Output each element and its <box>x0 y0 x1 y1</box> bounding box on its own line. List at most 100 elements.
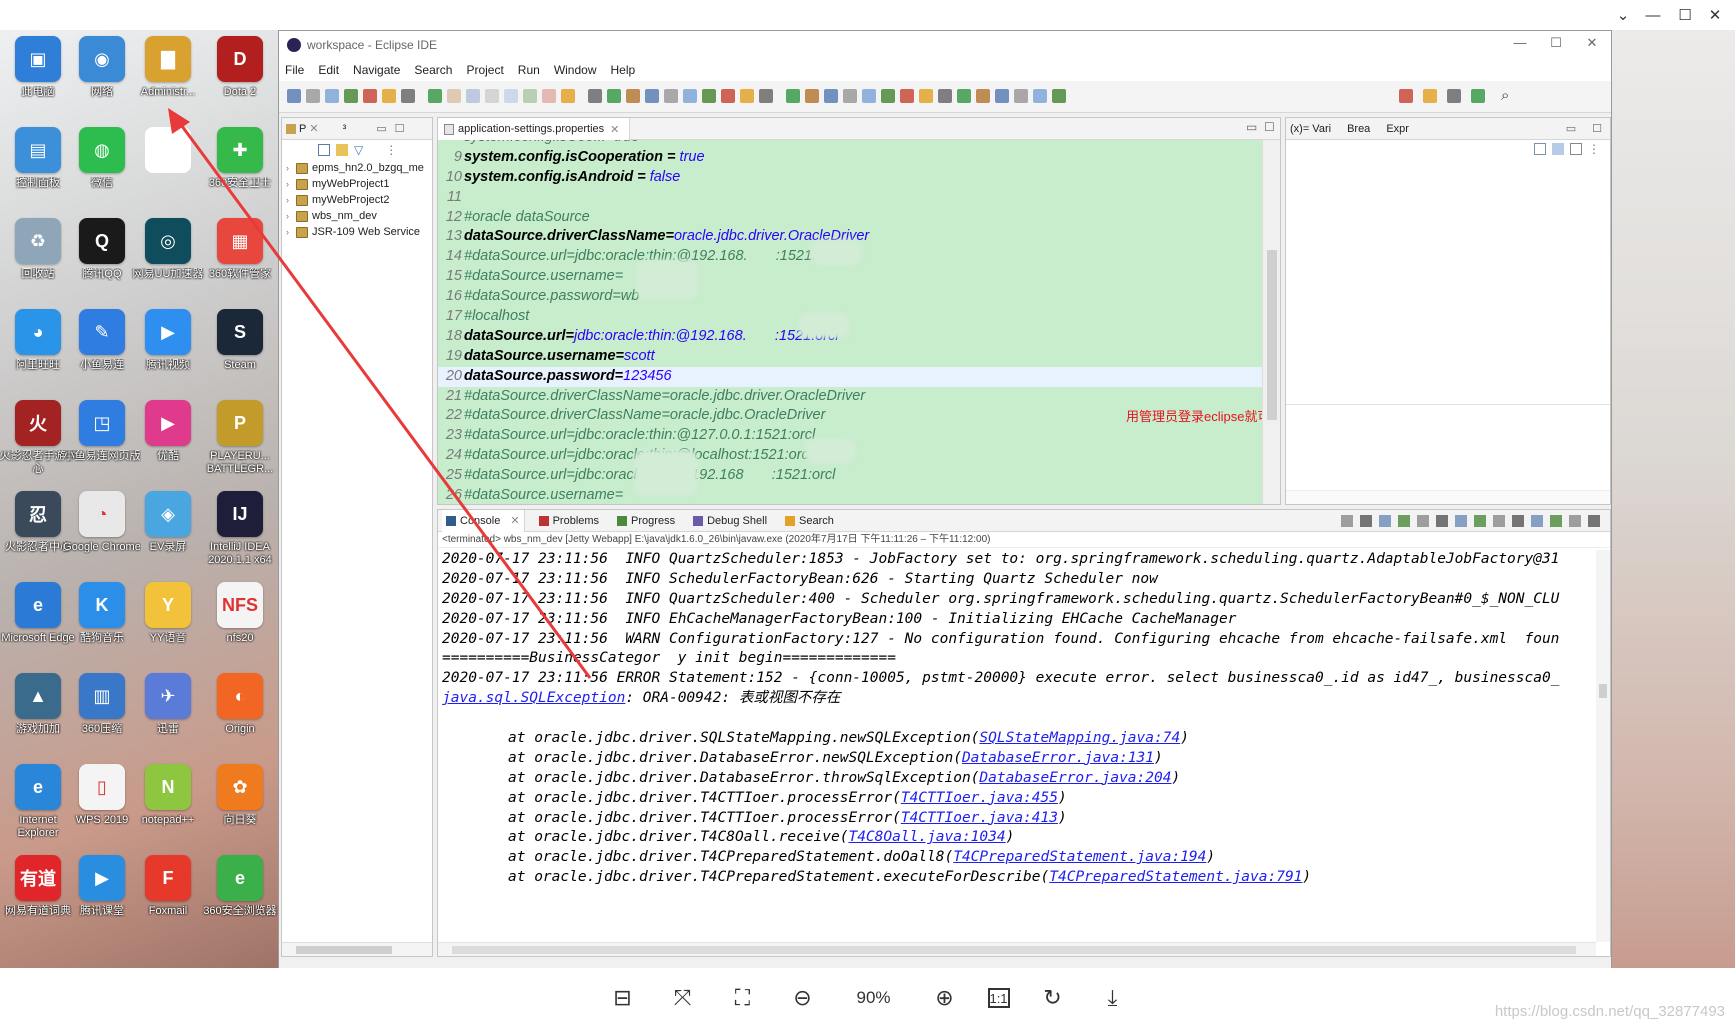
desktop-icon[interactable]: ▯ WPS 2019 <box>68 764 136 846</box>
toolbar-button-icon[interactable] <box>843 89 857 103</box>
menu-item[interactable]: Edit <box>318 63 339 77</box>
tab-search[interactable]: Search <box>781 515 838 527</box>
desktop-icon[interactable]: F Foxmail <box>134 855 202 937</box>
console-toolbar-button-icon[interactable] <box>1569 514 1581 527</box>
console-toolbar-button-icon[interactable] <box>1417 514 1429 527</box>
tab-console[interactable]: Console ✕ <box>442 509 525 532</box>
toolbar-button-icon[interactable] <box>740 89 754 103</box>
expand-arrow-icon[interactable]: › <box>286 195 296 205</box>
menu-item[interactable]: Navigate <box>353 63 400 77</box>
desktop-icon[interactable]: ✎ 小鱼易连 <box>68 309 136 391</box>
editor-vscroll[interactable] <box>1262 140 1280 504</box>
actual-size-icon[interactable]: 1:1 <box>987 988 1010 1008</box>
menu-item[interactable]: Project <box>466 63 503 77</box>
desktop-icon[interactable]: ◎ 网易UU加速器 <box>133 218 203 300</box>
toolbar-button-icon[interactable] <box>702 89 716 103</box>
link-with-editor-icon[interactable] <box>336 144 348 156</box>
fit-width-icon[interactable]: ⤧ <box>666 981 700 1015</box>
stack-source-link[interactable]: T4CTTIoer.java:413 <box>901 810 1058 826</box>
close-icon[interactable]: ✕ <box>1700 4 1730 26</box>
desktop-icon[interactable]: ◍ 微信 <box>68 127 136 209</box>
console-toolbar-button-icon[interactable] <box>1341 514 1353 527</box>
toolbar-button-icon[interactable] <box>607 89 621 103</box>
tab-overflow[interactable]: ³ <box>343 123 347 135</box>
desktop-icon[interactable]: P PLAYERU... BATTLEGR... <box>206 400 274 482</box>
desktop-icon[interactable]: ▦ 360软件管家 <box>206 218 274 300</box>
toolbar-button-icon[interactable] <box>995 89 1009 103</box>
console-toolbar-button-icon[interactable] <box>1436 514 1448 527</box>
desktop-icon[interactable]: Y YY语音 <box>134 582 202 664</box>
toolbar-button-icon[interactable] <box>542 89 556 103</box>
toolbar-button-icon[interactable] <box>1033 89 1047 103</box>
stack-source-link[interactable]: T4CTTIoer.java:455 <box>901 790 1058 806</box>
toolbar-button-icon[interactable] <box>561 89 575 103</box>
tab-debug-shell[interactable]: Debug Shell <box>689 515 771 527</box>
tab-progress[interactable]: Progress <box>613 515 679 527</box>
expand-arrow-icon[interactable]: › <box>286 227 296 237</box>
toolbar-button-icon[interactable] <box>721 89 735 103</box>
maximize-icon[interactable]: ☐ <box>1592 122 1602 135</box>
stack-source-link[interactable]: DatabaseError.java:131 <box>962 750 1154 766</box>
stack-source-link[interactable]: DatabaseError.java:204 <box>979 770 1171 786</box>
desktop-icon[interactable]: ◈ EV录屏 <box>134 491 202 573</box>
toolbar-button-icon[interactable] <box>1471 89 1485 103</box>
toolbar-button-icon[interactable] <box>306 89 320 103</box>
desktop-icon[interactable]: e Internet Explorer <box>4 764 72 846</box>
console-toolbar-button-icon[interactable] <box>1360 514 1372 527</box>
collapse-all-icon[interactable] <box>318 144 330 156</box>
fit-window-icon[interactable]: ⛶ <box>726 981 760 1015</box>
desktop-icon[interactable]: ♻ 回收站 <box>4 218 72 300</box>
zoom-out-icon[interactable]: ⊖ <box>786 981 820 1015</box>
minimize-icon[interactable]: ▭ <box>1566 122 1576 135</box>
expand-arrow-icon[interactable]: › <box>286 179 296 189</box>
desktop-icon[interactable] <box>134 127 202 209</box>
console-toolbar-button-icon[interactable] <box>1531 514 1543 527</box>
desktop-icon[interactable]: Nnotepad++ <box>134 764 202 846</box>
toolbar-button-icon[interactable] <box>344 89 358 103</box>
menu-item[interactable]: Run <box>518 63 540 77</box>
editor-tab[interactable]: application-settings.properties ✕ <box>438 118 631 140</box>
menu-item[interactable]: Help <box>611 63 636 77</box>
project-tree-item[interactable]: › JSR-109 Web Service <box>282 224 432 240</box>
desktop-icon[interactable]: D Dota 2 <box>206 36 274 118</box>
console-toolbar-button-icon[interactable] <box>1379 514 1391 527</box>
desktop-icon[interactable]: ✚ 360安全卫士 <box>206 127 274 209</box>
show-logical-icon[interactable] <box>1552 143 1564 155</box>
variables-hscroll[interactable] <box>1286 490 1610 504</box>
stack-source-link[interactable]: T4CPreparedStatement.java:791 <box>1049 869 1302 885</box>
menu-item[interactable]: Search <box>414 63 452 77</box>
desktop-icon[interactable]: IJ IntelliJ IDEA 2020.1.1 x64 <box>206 491 274 573</box>
toolbar-button-icon[interactable] <box>588 89 602 103</box>
toolbar-button-icon[interactable] <box>938 89 952 103</box>
minimize-icon[interactable]: — <box>1505 35 1535 55</box>
desktop-icon[interactable]: NFS nfs20 <box>206 582 274 664</box>
view-menu-icon[interactable]: ⋮ <box>385 143 397 157</box>
desktop-icon[interactable]: 忍火影忍者中心 <box>4 491 72 573</box>
desktop-icon[interactable]: ◐ Origin <box>206 673 274 755</box>
desktop-icon[interactable]: ▇ Administr... <box>134 36 202 118</box>
desktop-icon[interactable]: ▲ 游戏加加 <box>4 673 72 755</box>
desktop-icon[interactable]: ▶ 腾讯课堂 <box>68 855 136 937</box>
console-toolbar-button-icon[interactable] <box>1550 514 1562 527</box>
toolbar-button-icon[interactable] <box>976 89 990 103</box>
maximize-icon[interactable]: ☐ <box>1541 35 1571 55</box>
desktop-icon[interactable]: ◔ Google Chrome <box>63 491 141 573</box>
project-tree-item[interactable]: › epms_hn2.0_bzgq_me <box>282 160 432 176</box>
desktop-icon[interactable]: ▶ 腾讯视频 <box>134 309 202 391</box>
desktop-icon[interactable]: e 360安全浏览器 <box>203 855 277 937</box>
toolbar-button-icon[interactable] <box>626 89 640 103</box>
console-toolbar-button-icon[interactable] <box>1455 514 1467 527</box>
tab-breakpoints[interactable]: Brea <box>1347 123 1370 135</box>
editor-text-area[interactable]: system.config.isCoo...=true9system.confi… <box>438 140 1262 504</box>
toolbar-button-icon[interactable] <box>466 89 480 103</box>
toolbar-button-icon[interactable] <box>824 89 838 103</box>
desktop-icon[interactable]: ▤ 控制面板 <box>4 127 72 209</box>
console-vscroll[interactable] <box>1596 550 1610 942</box>
desktop-icon[interactable]: ◳ 小鱼易连网页版 <box>64 400 141 482</box>
stack-source-link[interactable]: T4CPreparedStatement.java:194 <box>953 849 1206 865</box>
desktop-icon[interactable]: ◕ 阿里旺旺 <box>4 309 72 391</box>
maximize-icon[interactable]: ☐ <box>395 122 405 135</box>
desktop-icon[interactable]: ▶ 优酷 <box>134 400 202 482</box>
toolbar-button-icon[interactable] <box>401 89 415 103</box>
toolbar-button-icon[interactable] <box>1423 89 1437 103</box>
